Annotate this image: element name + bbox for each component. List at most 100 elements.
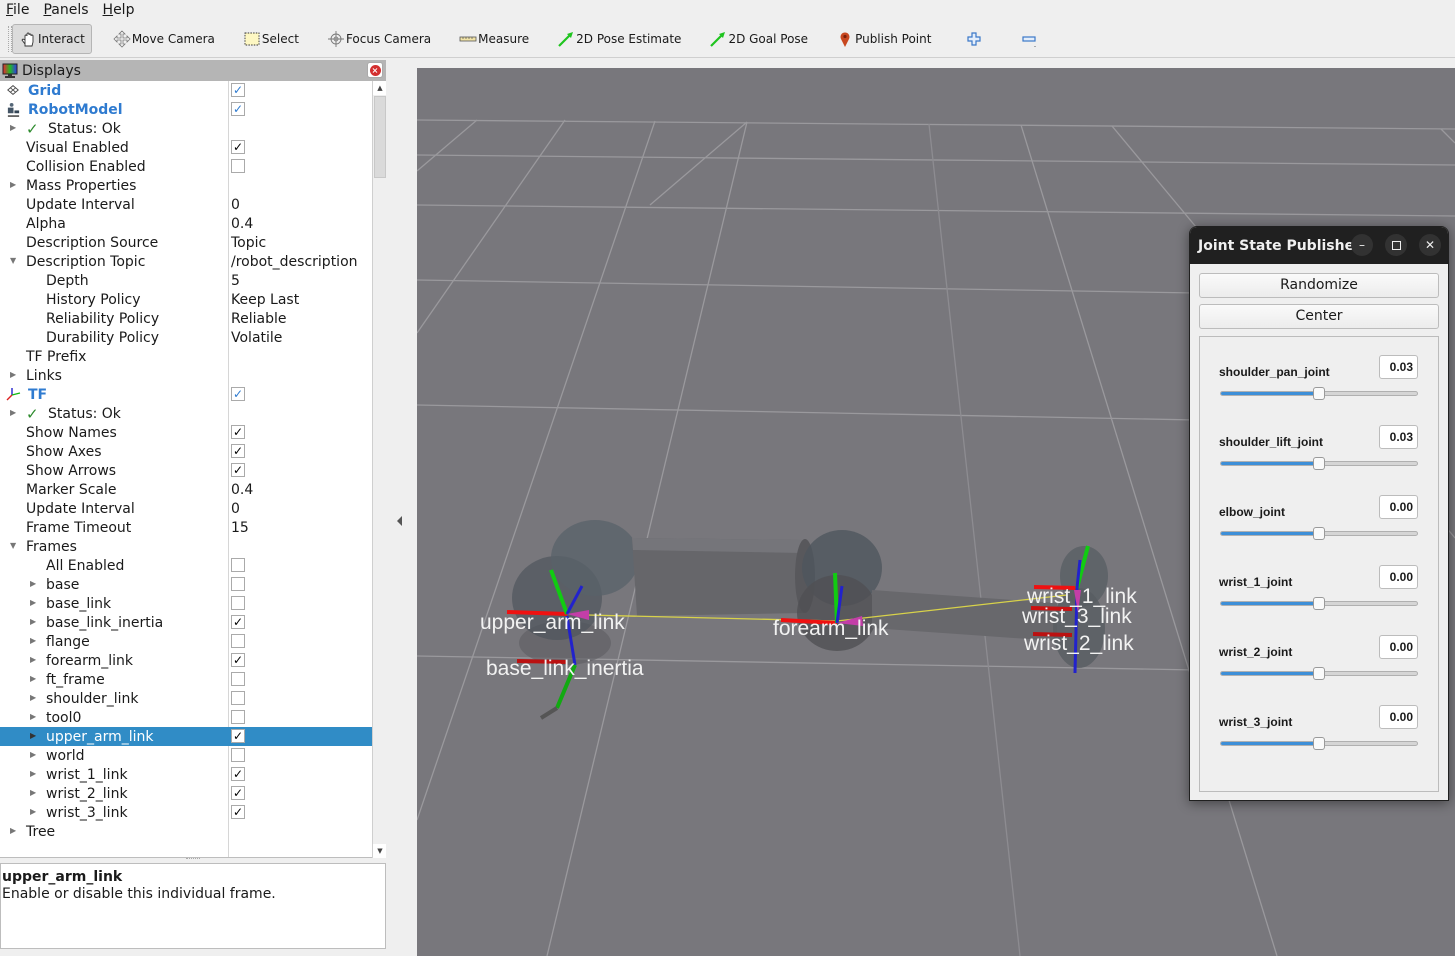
tree-row-depth[interactable]: Depth 5	[0, 271, 372, 290]
tool-move-camera-button[interactable]: Move Camera	[106, 24, 222, 54]
tree-row-links[interactable]: ▶ Links	[0, 366, 372, 385]
menu-file[interactable]: File	[6, 1, 29, 19]
expand-arrow-right-icon[interactable]: ▶	[30, 656, 38, 664]
expand-arrow-right-icon[interactable]: ▶	[30, 789, 38, 797]
tree-row-upper-arm-link[interactable]: ▶ upper_arm_link ✓	[0, 727, 372, 746]
tool-2d-goal-pose-button[interactable]: 2D Goal Pose	[702, 24, 815, 54]
property-value[interactable]: Topic	[231, 235, 266, 251]
enable-checkbox[interactable]	[231, 558, 245, 572]
joint-slider[interactable]	[1220, 597, 1418, 610]
tree-row-frame-timeout[interactable]: Frame Timeout 15	[0, 518, 372, 537]
dock-splitter[interactable]	[386, 60, 417, 956]
tree-row-tf[interactable]: TF ✓	[0, 385, 372, 404]
property-value[interactable]: 0	[231, 197, 240, 213]
expand-arrow-right-icon[interactable]: ▶	[30, 675, 38, 683]
property-value[interactable]: 0.4	[231, 482, 253, 498]
joint-value-input[interactable]: 0.00	[1379, 565, 1418, 589]
tree-row-durability-policy[interactable]: Durability Policy Volatile	[0, 328, 372, 347]
expand-arrow-right-icon[interactable]: ▶	[30, 808, 38, 816]
panel-splitter-handle[interactable]	[186, 858, 200, 861]
scroll-down-arrow-icon[interactable]: ▼	[373, 844, 387, 858]
enable-checkbox[interactable]	[231, 159, 245, 173]
joint-slider[interactable]	[1220, 527, 1418, 540]
tree-row-forearm-link[interactable]: ▶ forearm_link ✓	[0, 651, 372, 670]
tool-publish-point-button[interactable]: Publish Point	[829, 24, 938, 54]
slider-thumb[interactable]	[1313, 597, 1325, 610]
tool-2d-pose-estimate-button[interactable]: 2D Pose Estimate	[550, 24, 688, 54]
expand-arrow-right-icon[interactable]: ▶	[30, 732, 38, 740]
tree-row-tree[interactable]: ▶ Tree	[0, 822, 372, 841]
property-value[interactable]: 0.4	[231, 216, 253, 232]
close-panel-button[interactable]: ×	[367, 62, 383, 78]
tree-row-visual-enabled[interactable]: Visual Enabled ✓	[0, 138, 372, 157]
enable-checkbox[interactable]	[231, 672, 245, 686]
slider-thumb[interactable]	[1313, 457, 1325, 470]
tree-row-flange[interactable]: ▶ flange	[0, 632, 372, 651]
slider-thumb[interactable]	[1313, 737, 1325, 750]
tree-row-robotmodel[interactable]: RobotModel ✓	[0, 100, 372, 119]
expand-arrow-right-icon[interactable]: ▶	[10, 371, 18, 379]
tool-select-button[interactable]: Select	[236, 24, 306, 54]
tree-row-world[interactable]: ▶ world	[0, 746, 372, 765]
joint-slider[interactable]	[1220, 737, 1418, 750]
tree-row-wrist-3-link[interactable]: ▶ wrist_3_link ✓	[0, 803, 372, 822]
randomize-button[interactable]: Randomize	[1199, 273, 1439, 298]
enable-checkbox[interactable]	[231, 634, 245, 648]
tree-row-history-policy[interactable]: History Policy Keep Last	[0, 290, 372, 309]
expand-arrow-down-icon[interactable]: ▼	[10, 257, 18, 265]
joint-slider[interactable]	[1220, 667, 1418, 680]
expand-arrow-right-icon[interactable]: ▶	[10, 124, 18, 132]
enable-checkbox[interactable]: ✓	[231, 387, 245, 401]
expand-arrow-right-icon[interactable]: ▶	[30, 618, 38, 626]
tree-row-wrist-2-link[interactable]: ▶ wrist_2_link ✓	[0, 784, 372, 803]
expand-arrow-right-icon[interactable]: ▶	[30, 599, 38, 607]
joint-value-input[interactable]: 0.00	[1379, 635, 1418, 659]
tree-row-marker-scale[interactable]: Marker Scale 0.4	[0, 480, 372, 499]
enable-checkbox[interactable]: ✓	[231, 425, 245, 439]
tree-row-update-interval[interactable]: Update Interval 0	[0, 499, 372, 518]
scroll-up-arrow-icon[interactable]: ▲	[373, 81, 387, 95]
expand-arrow-right-icon[interactable]: ▶	[30, 580, 38, 588]
tool-measure-button[interactable]: Measure	[452, 24, 536, 54]
tree-row-alpha[interactable]: Alpha 0.4	[0, 214, 372, 233]
tree-row-show-names[interactable]: Show Names ✓	[0, 423, 372, 442]
scrollbar-thumb[interactable]	[374, 96, 386, 178]
expand-arrow-right-icon[interactable]: ▶	[10, 181, 18, 189]
displays-scrollbar[interactable]: ▲ ▼	[372, 81, 387, 858]
tree-row-mass-properties[interactable]: ▶ Mass Properties	[0, 176, 372, 195]
joint-slider[interactable]	[1220, 457, 1418, 470]
joint-value-input[interactable]: 0.03	[1379, 425, 1418, 449]
tree-row-description-topic[interactable]: ▼ Description Topic/robot_description	[0, 252, 372, 271]
tool-focus-camera-button[interactable]: Focus Camera	[320, 24, 438, 54]
enable-checkbox[interactable]	[231, 596, 245, 610]
tree-row-base[interactable]: ▶ base	[0, 575, 372, 594]
tree-row-status-ok[interactable]: ▶ ✓ Status: Ok	[0, 119, 372, 138]
tree-row-update-interval[interactable]: Update Interval 0	[0, 195, 372, 214]
joint-slider[interactable]	[1220, 387, 1418, 400]
tree-row-tf-prefix[interactable]: TF Prefix	[0, 347, 372, 366]
menu-panels[interactable]: Panels	[43, 1, 88, 19]
close-window-button[interactable]: ✕	[1419, 234, 1441, 256]
enable-checkbox[interactable]	[231, 577, 245, 591]
joint-value-input[interactable]: 0.00	[1379, 705, 1418, 729]
tree-row-grid[interactable]: Grid ✓	[0, 81, 372, 100]
expand-arrow-right-icon[interactable]: ▶	[30, 751, 38, 759]
expand-arrow-right-icon[interactable]: ▶	[30, 637, 38, 645]
tree-row-tool0[interactable]: ▶ tool0	[0, 708, 372, 727]
slider-thumb[interactable]	[1313, 667, 1325, 680]
tree-row-base-link-inertia[interactable]: ▶ base_link_inertia ✓	[0, 613, 372, 632]
tree-row-status-ok[interactable]: ▶ ✓ Status: Ok	[0, 404, 372, 423]
center-button[interactable]: Center	[1199, 304, 1439, 329]
joint-value-input[interactable]: 0.03	[1379, 355, 1418, 379]
tree-row-collision-enabled[interactable]: Collision Enabled	[0, 157, 372, 176]
tree-row-reliability-policy[interactable]: Reliability Policy Reliable	[0, 309, 372, 328]
tree-row-all-enabled[interactable]: All Enabled	[0, 556, 372, 575]
slider-thumb[interactable]	[1313, 387, 1325, 400]
tree-row-ft-frame[interactable]: ▶ ft_frame	[0, 670, 372, 689]
enable-checkbox[interactable]	[231, 710, 245, 724]
enable-checkbox[interactable]: ✓	[231, 786, 245, 800]
property-value[interactable]: 5	[231, 273, 240, 289]
expand-arrow-down-icon[interactable]: ▼	[10, 542, 18, 550]
menu-help[interactable]: Help	[103, 1, 135, 19]
tree-row-wrist-1-link[interactable]: ▶ wrist_1_link ✓	[0, 765, 372, 784]
